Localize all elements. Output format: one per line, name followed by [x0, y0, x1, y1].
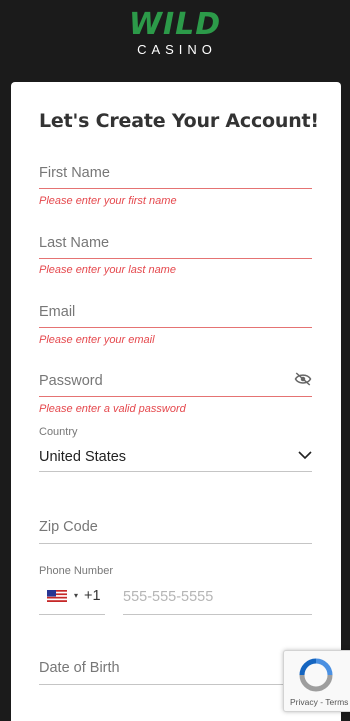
email-field[interactable]: Email	[39, 303, 312, 329]
phone-label: Phone Number	[39, 565, 113, 577]
zip-code-placeholder: Zip Code	[39, 519, 98, 535]
phone-code-underline	[39, 614, 105, 615]
country-label: Country	[39, 426, 78, 438]
email-error: Please enter your email	[39, 334, 155, 346]
date-of-birth-underline	[39, 684, 312, 685]
phone-country-code-select[interactable]: ▾ +1	[39, 588, 105, 616]
caret-down-icon: ▾	[74, 591, 79, 600]
country-underline	[39, 471, 312, 472]
password-placeholder: Password	[39, 373, 103, 389]
app-header: WILD CASINO	[0, 0, 350, 82]
country-select[interactable]: United States	[39, 448, 312, 472]
last-name-error: Please enter your last name	[39, 264, 176, 276]
phone-country-code: +1	[84, 588, 101, 604]
zip-code-underline	[39, 543, 312, 544]
page-title: Let's Create Your Account!	[39, 110, 319, 132]
last-name-underline	[39, 258, 312, 259]
password-underline	[39, 396, 312, 397]
logo-subtitle: CASINO	[137, 42, 217, 57]
date-of-birth-placeholder: Date of Birth	[39, 660, 120, 676]
eye-slash-icon[interactable]	[294, 372, 312, 386]
first-name-error: Please enter your first name	[39, 195, 177, 207]
recaptcha-icon	[299, 658, 333, 692]
zip-code-field[interactable]: Zip Code	[39, 518, 312, 544]
last-name-field[interactable]: Last Name	[39, 234, 312, 260]
password-error: Please enter a valid password	[39, 403, 186, 415]
recaptcha-badge[interactable]: Privacy - Terms	[283, 650, 350, 712]
chevron-down-icon	[298, 451, 312, 460]
phone-number-field[interactable]: 555-555-5555	[123, 588, 312, 616]
wild-casino-logo[interactable]: WILD CASINO	[0, 10, 350, 58]
us-flag-icon	[47, 590, 67, 602]
password-field[interactable]: Password	[39, 372, 312, 398]
country-selected-value: United States	[39, 449, 127, 465]
date-of-birth-field[interactable]: Date of Birth	[39, 659, 312, 685]
signup-card: Let's Create Your Account! First Name Pl…	[11, 82, 341, 721]
phone-number-underline	[123, 614, 312, 615]
email-underline	[39, 327, 312, 328]
last-name-placeholder: Last Name	[39, 235, 110, 251]
first-name-underline	[39, 188, 312, 189]
logo-wordmark: WILD	[128, 7, 222, 42]
first-name-field[interactable]: First Name	[39, 164, 312, 190]
email-placeholder: Email	[39, 304, 76, 320]
recaptcha-terms[interactable]: Privacy - Terms	[290, 697, 348, 707]
first-name-placeholder: First Name	[39, 165, 110, 181]
phone-number-placeholder: 555-555-5555	[123, 589, 214, 605]
